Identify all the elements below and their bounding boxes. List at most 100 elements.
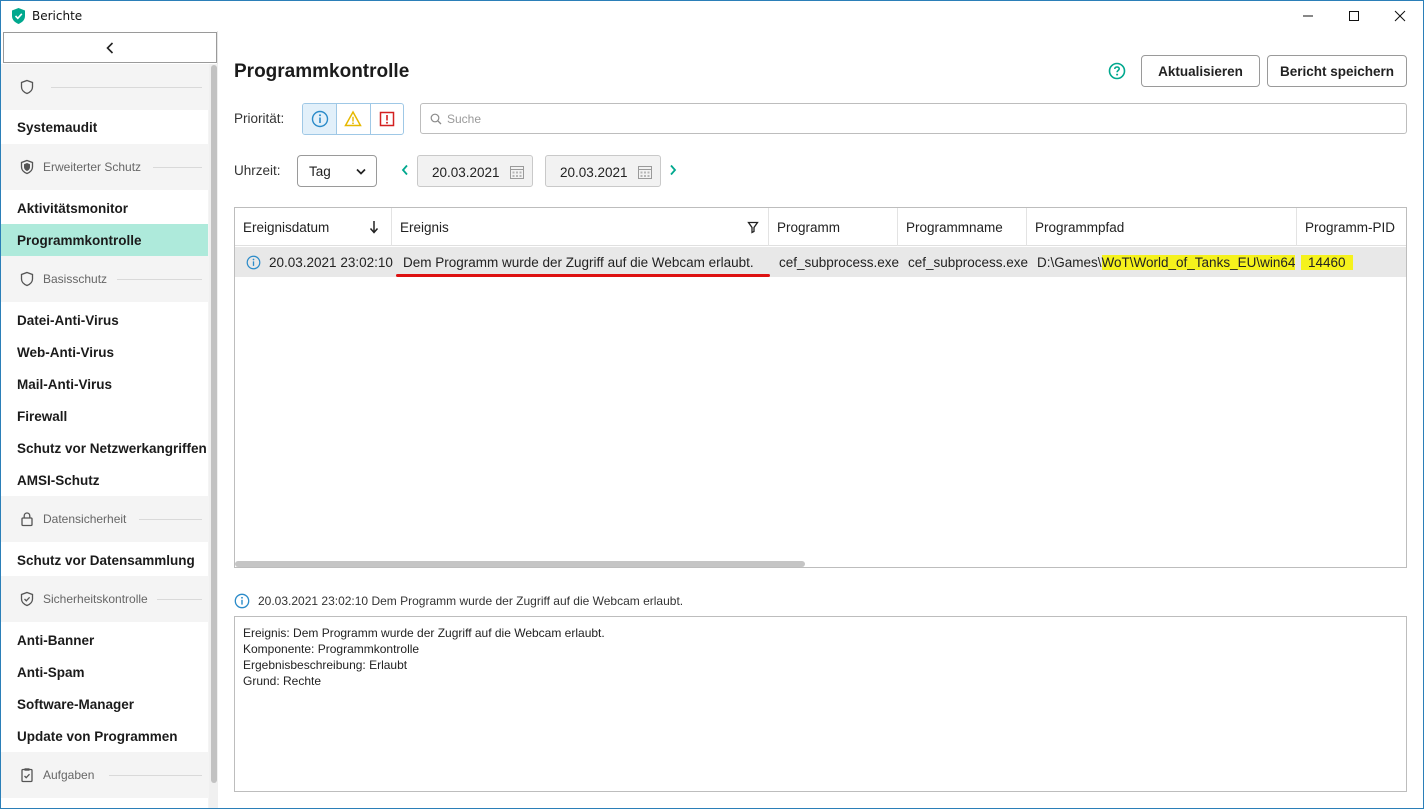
table-horizontal-scrollbar[interactable] — [235, 561, 805, 567]
minimize-button[interactable] — [1285, 1, 1331, 31]
time-label: Uhrzeit: — [234, 163, 281, 178]
date-from-value: 20.03.2021 — [432, 165, 500, 180]
next-date-button[interactable] — [668, 162, 678, 178]
warning-icon — [344, 110, 363, 127]
column-header-label: Ereignisdatum — [243, 219, 330, 235]
period-select-value: Tag — [309, 164, 331, 179]
sidebar: Systemaudit Erweiterter Schutz Aktivität… — [1, 31, 218, 808]
maximize-icon — [1349, 11, 1359, 21]
cell-pid: 14460 — [1301, 247, 1353, 277]
sidebar-scrollbar-thumb[interactable] — [211, 65, 217, 783]
sidebar-section-label: Erweiterter Schutz — [43, 160, 142, 174]
sidebar-item-aktivitaetsmonitor[interactable]: Aktivitätsmonitor — [1, 192, 208, 224]
close-button[interactable] — [1377, 1, 1423, 31]
maximize-button[interactable] — [1331, 1, 1377, 31]
sidebar-item-mail-anti-virus[interactable]: Mail-Anti-Virus — [1, 368, 208, 400]
close-icon — [1394, 10, 1406, 22]
detail-summary-text: 20.03.2021 23:02:10 Dem Programm wurde d… — [258, 594, 684, 608]
sidebar-section-header: Sicherheitskontrolle — [1, 576, 208, 622]
column-header-programm-pid[interactable]: Programm-PID — [1297, 208, 1406, 246]
sidebar-section-header — [1, 64, 208, 110]
date-to-field[interactable]: 20.03.2021 — [545, 155, 661, 187]
page-title: Programmkontrolle — [234, 61, 410, 82]
save-report-button[interactable]: Bericht speichern — [1267, 55, 1407, 87]
detail-text-box[interactable]: Ereignis: Dem Programm wurde der Zugriff… — [234, 616, 1407, 792]
sidebar-item-datei-anti-virus[interactable]: Datei-Anti-Virus — [1, 304, 208, 336]
calendar-icon — [510, 166, 524, 179]
table-row[interactable]: 20.03.2021 23:02:10 Dem Programm wurde d… — [235, 247, 1406, 277]
sidebar-item-netzwerkangriffe[interactable]: Schutz vor Netzwerkangriffen — [1, 432, 208, 464]
search-input[interactable] — [447, 110, 1387, 128]
sidebar-group: Aktivitätsmonitor Programmkontrolle — [1, 190, 208, 256]
column-header-label: Programm — [777, 219, 841, 235]
sidebar-item-anti-banner[interactable]: Anti-Banner — [1, 624, 208, 656]
sidebar-group: Systemaudit — [1, 110, 208, 144]
column-header-programmpfad[interactable]: Programmpfad — [1027, 208, 1297, 246]
column-header-programm[interactable]: Programm — [769, 208, 898, 246]
sidebar-section-label: Datensicherheit — [43, 512, 127, 526]
sidebar-item-programmkontrolle[interactable]: Programmkontrolle — [1, 224, 208, 256]
sidebar-section-header: Erweiterter Schutz — [1, 144, 208, 190]
sidebar-item-datensammlung[interactable]: Schutz vor Datensammlung — [1, 544, 208, 576]
shield-icon — [20, 79, 34, 95]
detail-line: Ereignis: Dem Programm wurde der Zugriff… — [243, 626, 605, 640]
sidebar-group: Datei-Anti-Virus Web-Anti-Virus Mail-Ant… — [1, 302, 208, 526]
sidebar-collapse-button[interactable] — [3, 32, 217, 63]
previous-date-button[interactable] — [400, 162, 410, 178]
info-icon — [246, 255, 261, 270]
detail-summary: 20.03.2021 23:02:10 Dem Programm wurde d… — [234, 593, 683, 609]
red-underline-annotation — [396, 274, 770, 277]
table-header: Ereignisdatum Ereignis Programm Programm… — [235, 208, 1406, 246]
main-panel: Programmkontrolle Aktualisieren Bericht … — [219, 31, 1423, 808]
cell-date: 20.03.2021 23:02:10 — [269, 254, 393, 270]
shield-plus-icon — [20, 159, 34, 175]
priority-label: Priorität: — [234, 111, 285, 126]
cell-event: Dem Programm wurde der Zugriff auf die W… — [403, 254, 754, 270]
cell-program-name: cef_subprocess.exe — [908, 254, 1029, 270]
sidebar-item-update-von-programmen[interactable]: Update von Programmen — [1, 720, 208, 752]
sidebar-item-software-manager[interactable]: Software-Manager — [1, 688, 208, 720]
priority-info-toggle[interactable] — [303, 104, 337, 134]
sort-descending-icon — [369, 221, 379, 234]
refresh-button[interactable]: Aktualisieren — [1141, 55, 1260, 87]
help-icon[interactable] — [1108, 62, 1126, 80]
column-header-ereignisdatum[interactable]: Ereignisdatum — [235, 208, 392, 246]
sidebar-item-web-anti-virus[interactable]: Web-Anti-Virus — [1, 336, 208, 368]
date-from-field[interactable]: 20.03.2021 — [417, 155, 533, 187]
date-to-value: 20.03.2021 — [560, 165, 628, 180]
sidebar-item-firewall[interactable]: Firewall — [1, 400, 208, 432]
calendar-icon — [638, 166, 652, 179]
priority-warning-toggle[interactable] — [336, 104, 369, 134]
cell-program: cef_subprocess.exe — [779, 254, 900, 270]
search-box — [420, 103, 1407, 134]
info-icon — [234, 593, 250, 609]
chevron-right-icon — [670, 164, 677, 176]
sidebar-group — [1, 798, 208, 808]
detail-line: Ergebnisbeschreibung: Erlaubt — [243, 658, 408, 672]
column-header-ereignis[interactable]: Ereignis — [392, 208, 769, 246]
sidebar-item-anti-spam[interactable]: Anti-Spam — [1, 656, 208, 688]
pid-highlight: 14460 — [1301, 254, 1353, 270]
lock-icon — [21, 512, 33, 527]
period-select[interactable]: Tag — [297, 155, 377, 187]
sidebar-item-systemaudit[interactable]: Systemaudit — [1, 111, 208, 143]
column-header-label: Programm-PID — [1305, 219, 1396, 235]
events-table: Ereignisdatum Ereignis Programm Programm… — [234, 207, 1407, 568]
sidebar-item-amsi-schutz[interactable]: AMSI-Schutz — [1, 464, 208, 496]
title-bar: Berichte — [1, 1, 1423, 31]
sidebar-group: Schutz vor Datensammlung — [1, 542, 208, 576]
sidebar-section-header: Aufgaben — [1, 752, 208, 798]
kaspersky-shield-icon — [12, 8, 25, 24]
chevron-left-icon — [401, 164, 408, 176]
reports-window: Berichte Systemaudit Erweiterter Schutz … — [0, 0, 1424, 809]
priority-filter — [302, 103, 404, 135]
clipboard-check-icon — [21, 768, 33, 783]
filter-icon[interactable] — [747, 220, 759, 234]
column-header-programmname[interactable]: Programmname — [898, 208, 1027, 246]
search-icon — [430, 113, 442, 125]
critical-icon — [379, 111, 395, 127]
column-header-label: Ereignis — [400, 219, 449, 235]
column-header-label: Programmname — [906, 219, 1003, 235]
priority-critical-toggle[interactable] — [369, 104, 403, 134]
detail-line: Grund: Rechte — [243, 674, 322, 688]
